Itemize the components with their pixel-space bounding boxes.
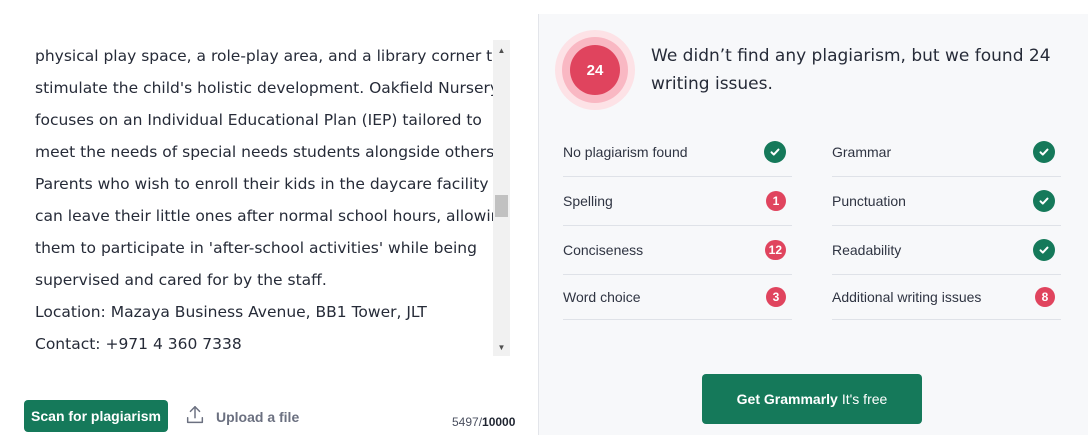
issue-count-badge: 1	[766, 191, 786, 211]
editor-scrollbar[interactable]: ▲ ▼	[493, 40, 510, 356]
char-count: 5497/	[452, 415, 483, 429]
scroll-up-icon[interactable]: ▲	[493, 42, 510, 59]
check-row: Conciseness 12	[563, 226, 792, 275]
text-line: can leave their little ones after normal…	[35, 207, 497, 225]
checks-column-right: Grammar Punctuation Readability Additional …	[832, 128, 1061, 320]
char-limit: 10000	[482, 415, 516, 429]
character-counter: 5497/10000	[452, 415, 515, 429]
text-line: Location: Mazaya Business Avenue, BB1 To…	[35, 303, 427, 321]
checkmark-icon	[1033, 239, 1055, 261]
check-label: Conciseness	[563, 242, 644, 258]
check-label: Grammar	[832, 144, 892, 160]
check-row: Readability	[832, 226, 1061, 275]
check-label: No plagiarism found	[563, 144, 688, 160]
get-grammarly-button[interactable]: Get Grammarly It's free	[702, 374, 922, 424]
check-row: Additional writing issues 8	[832, 275, 1061, 320]
check-row: Word choice 3	[563, 275, 792, 320]
check-label: Additional writing issues	[832, 289, 982, 305]
text-line: Parents who wish to enroll their kids in…	[35, 175, 489, 193]
text-line: them to participate in 'after-school act…	[35, 239, 477, 257]
text-input[interactable]: physical play space, a role-play area, a…	[35, 40, 497, 360]
text-line: Contact: +971 4 360 7338	[35, 335, 242, 353]
text-line: meet the needs of special needs students…	[35, 143, 497, 161]
upload-file-button[interactable]: Upload a file	[184, 404, 299, 429]
text-line: stimulate the child's holistic developme…	[35, 79, 497, 97]
scroll-down-icon[interactable]: ▼	[493, 339, 510, 356]
check-label: Spelling	[563, 193, 613, 209]
issue-count-badge: 8	[1035, 287, 1055, 307]
check-row: Spelling 1	[563, 177, 792, 226]
checkmark-icon	[1033, 190, 1055, 212]
check-label: Word choice	[563, 289, 641, 305]
scroll-thumb[interactable]	[495, 195, 508, 217]
results-headline: We didn’t find any plagiarism, but we fo…	[651, 46, 1051, 94]
text-line: physical play space, a role-play area, a…	[35, 47, 497, 65]
check-row: Punctuation	[832, 177, 1061, 226]
results-panel: 24 We didn’t find any plagiarism, but we…	[538, 14, 1088, 435]
issue-count-badge: 12	[764, 240, 786, 260]
score-value: 24	[570, 45, 620, 95]
check-row: No plagiarism found	[563, 128, 792, 177]
text-line: supervised and cared for by the staff.	[35, 271, 327, 289]
issue-count-badge: 3	[766, 287, 786, 307]
upload-icon	[184, 404, 206, 429]
upload-label: Upload a file	[216, 408, 300, 425]
cta-bold: Get Grammarly	[736, 391, 838, 407]
text-line: focuses on an Individual Educational Pla…	[35, 111, 482, 129]
scan-plagiarism-button[interactable]: Scan for plagiarism	[24, 400, 168, 432]
checks-column-left: No plagiarism found Spelling 1 Conciseness 1…	[563, 128, 792, 320]
editor-panel: physical play space, a role-play area, a…	[8, 14, 538, 435]
check-label: Punctuation	[832, 193, 906, 209]
cta-rest: It's free	[841, 391, 888, 407]
check-row: Grammar	[832, 128, 1061, 177]
check-label: Readability	[832, 242, 902, 258]
checkmark-icon	[764, 141, 786, 163]
checkmark-icon	[1033, 141, 1055, 163]
issue-score: 24	[555, 30, 635, 110]
